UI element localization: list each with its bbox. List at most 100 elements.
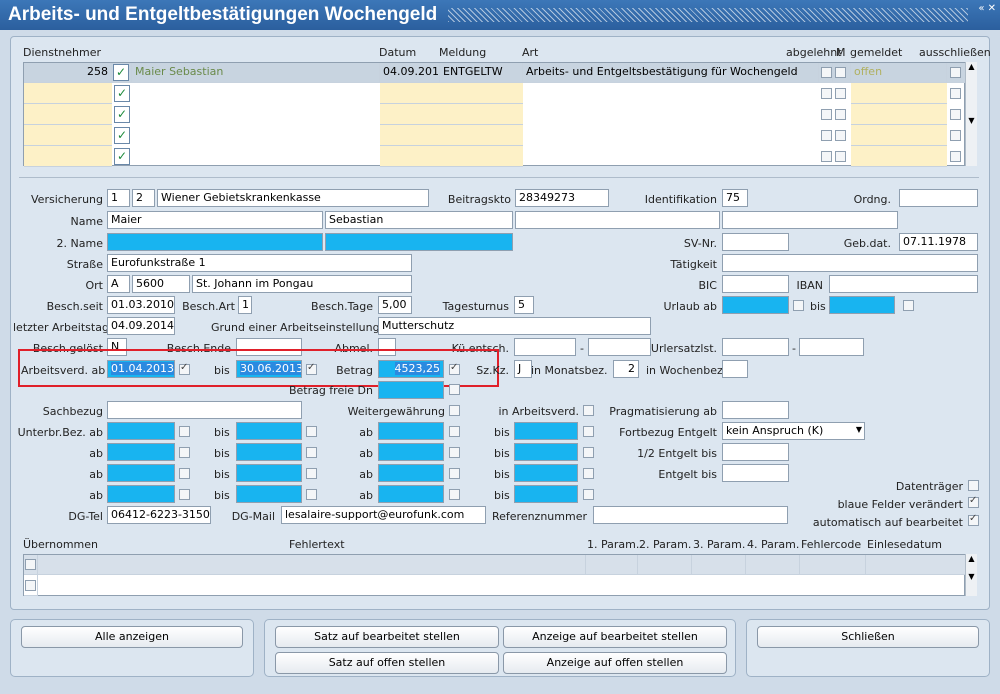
window: Arbeits- und Entgeltbestätigungen Wochen… <box>0 0 1000 694</box>
arbeitsverd-bis-checkbox[interactable] <box>306 362 317 375</box>
document-check-icon[interactable] <box>113 64 129 81</box>
datentraeger-checkbox[interactable] <box>968 480 979 491</box>
svnr-field[interactable] <box>722 233 789 251</box>
urlaub-bis-field[interactable] <box>829 296 895 314</box>
document-check-icon[interactable] <box>114 85 130 102</box>
taetigkeit-field[interactable] <box>722 254 978 272</box>
row-nr[interactable]: 258 <box>24 63 112 83</box>
entgeltbis-field[interactable] <box>722 464 789 482</box>
urlersatz-bis-field[interactable] <box>799 338 864 356</box>
chevron-down-icon[interactable]: ▼ <box>856 425 862 434</box>
betragfreidn-field[interactable] <box>378 381 444 399</box>
ort-field[interactable]: St. Johann im Pongau <box>192 275 412 293</box>
ausschliessen-checkbox[interactable] <box>950 67 961 78</box>
fehler-scrollbar[interactable]: ▲ ▼ <box>965 554 977 596</box>
alle-anzeigen-button[interactable]: Alle anzeigen <box>21 626 243 648</box>
monatsbez-field[interactable]: 2 <box>613 360 639 378</box>
anzeige-offen-button[interactable]: Anzeige auf offen stellen <box>503 652 727 674</box>
land-field[interactable]: A <box>107 275 130 293</box>
kuentsch-von-field[interactable] <box>514 338 576 356</box>
col-einlesedatum: Einlesedatum <box>867 538 943 551</box>
monatsbez-label: in Monatsbez. <box>531 364 608 377</box>
row-art[interactable]: Arbeits- und Entgeltsbestätigung für Woc… <box>523 63 819 83</box>
szkz-field[interactable]: J <box>514 360 532 378</box>
vorname-field[interactable]: Sebastian <box>325 211 513 229</box>
referenz-field[interactable] <box>593 506 788 524</box>
halbentgelt-field[interactable] <box>722 443 789 461</box>
versicherung-name-field[interactable]: Wiener Gebietskrankenkasse <box>157 189 429 207</box>
betrag-field[interactable]: 4523,25 <box>378 360 444 378</box>
row-datum[interactable]: 04.09.2014 <box>380 63 440 83</box>
document-check-icon[interactable] <box>114 127 130 144</box>
versicherung-2-field[interactable]: 2 <box>132 189 155 207</box>
letzter-field[interactable]: 04.09.2014 <box>107 317 175 335</box>
betrag-checkbox[interactable] <box>449 362 460 375</box>
row-gemeldet[interactable]: offen <box>851 63 947 83</box>
row-name[interactable]: Maier Sebastian <box>132 63 380 83</box>
titel-field[interactable] <box>515 211 720 229</box>
versicherung-1-field[interactable]: 1 <box>107 189 130 207</box>
unterbr-bis-4[interactable] <box>236 485 302 503</box>
fortbezug-select[interactable]: kein Anspruch (K) ▼ <box>722 422 865 440</box>
satz-bearbeitet-button[interactable]: Satz auf bearbeitet stellen <box>275 626 499 648</box>
bic-field[interactable] <box>722 275 789 293</box>
document-check-icon[interactable] <box>114 106 130 123</box>
tagesturnus-field[interactable]: 5 <box>514 296 534 314</box>
unterbr-ab-1[interactable] <box>107 422 175 440</box>
blaue-checkbox[interactable] <box>968 495 979 508</box>
ordng-field[interactable] <box>899 189 978 207</box>
titel2-field[interactable] <box>722 211 898 229</box>
wochenbez-field[interactable] <box>722 360 748 378</box>
uebernommen-checkbox[interactable] <box>25 580 36 591</box>
schliessen-button[interactable]: Schließen <box>757 626 979 648</box>
dgtel-field[interactable]: 06412-6223-3150 <box>107 506 211 524</box>
urlaub-ab-field[interactable] <box>722 296 789 314</box>
identifikation-field[interactable]: 75 <box>722 189 748 207</box>
name2-vorname-field[interactable] <box>325 233 513 251</box>
strasse-field[interactable]: Eurofunkstraße 1 <box>107 254 412 272</box>
urlaub-bis-checkbox[interactable] <box>903 300 914 311</box>
nachname-field[interactable]: Maier <box>107 211 323 229</box>
m-checkbox[interactable] <box>835 67 846 78</box>
name2-nachname-field[interactable] <box>107 233 323 251</box>
beschseit-field[interactable]: 01.03.2010 <box>107 296 175 314</box>
dgmail-field[interactable]: lesalaire-support@eurofunk.com <box>281 506 486 524</box>
arbeitsverd-ab-field[interactable]: 01.04.2013 <box>107 360 175 378</box>
window-controls[interactable]: « ✕ <box>978 3 996 14</box>
unterbr-bis-2[interactable] <box>236 443 302 461</box>
tagesturnus-label: Tagesturnus <box>442 300 509 313</box>
weitergew-checkbox[interactable] <box>449 405 460 416</box>
grid-scrollbar[interactable]: ▲ ▼ <box>965 62 977 166</box>
unterbr-bis-1[interactable] <box>236 422 302 440</box>
abgelehnt-checkbox[interactable] <box>821 67 832 78</box>
document-check-icon[interactable] <box>114 148 130 165</box>
beitragskto-field[interactable]: 28349273 <box>515 189 609 207</box>
automatisch-checkbox[interactable] <box>968 513 979 526</box>
iban-field[interactable] <box>829 275 978 293</box>
unterbr-bis-3[interactable] <box>236 464 302 482</box>
szkz-label: Sz.Kz. <box>476 364 509 377</box>
sachbezug-field[interactable] <box>107 401 302 419</box>
versicherung-label: Versicherung <box>31 193 103 206</box>
fehler-grid <box>23 554 966 596</box>
urlaub-ab-checkbox[interactable] <box>793 300 804 311</box>
satz-offen-button[interactable]: Satz auf offen stellen <box>275 652 499 674</box>
betragfreidn-checkbox[interactable] <box>449 384 460 395</box>
pragmatisierung-field[interactable] <box>722 401 789 419</box>
gebdat-field[interactable]: 07.11.1978 <box>899 233 978 251</box>
grund-field[interactable]: Mutterschutz <box>378 317 651 335</box>
plz-field[interactable]: 5600 <box>132 275 190 293</box>
inarbeitsverd-checkbox[interactable] <box>583 405 594 416</box>
beschart-field[interactable]: 1 <box>238 296 252 314</box>
row-meldung[interactable]: ENTGELTW <box>440 63 523 83</box>
beschtage-field[interactable]: 5,00 <box>378 296 412 314</box>
unterbr-ab-4[interactable] <box>107 485 175 503</box>
arbeitsverd-bis-field[interactable]: 30.06.2013 <box>236 360 302 378</box>
uebernommen-checkbox[interactable] <box>25 559 36 570</box>
col-p4: 4. Param. <box>747 538 800 551</box>
anzeige-bearbeitet-button[interactable]: Anzeige auf bearbeitet stellen <box>503 626 727 648</box>
arbeitsverd-ab-checkbox[interactable] <box>179 362 190 375</box>
urlersatz-von-field[interactable] <box>722 338 789 356</box>
unterbr-ab-2[interactable] <box>107 443 175 461</box>
unterbr-ab-3[interactable] <box>107 464 175 482</box>
